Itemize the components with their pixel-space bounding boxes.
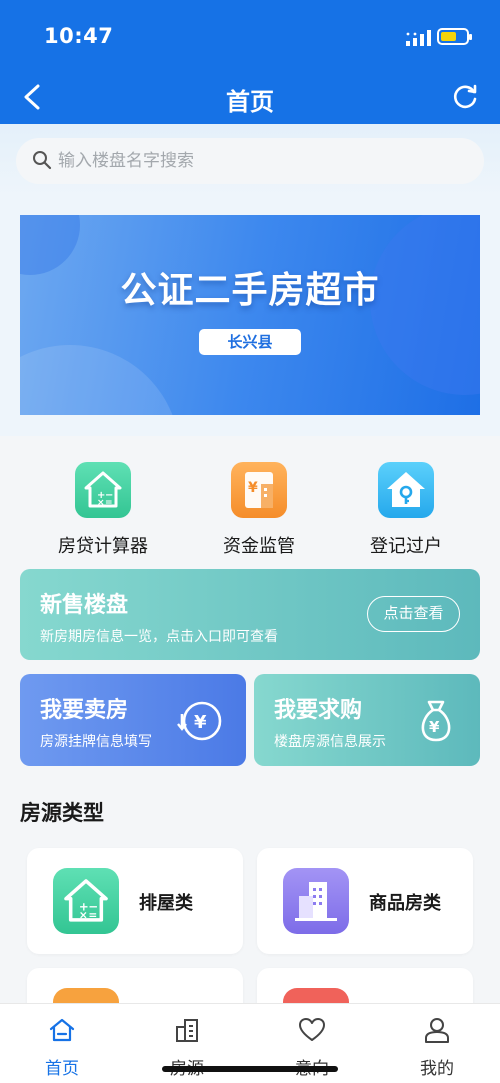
status-time: 10:47 <box>44 24 114 48</box>
home-icon <box>49 1018 75 1042</box>
sell-subtitle: 房源挂牌信息填写 <box>40 734 152 750</box>
signal-icon <box>406 30 431 46</box>
type-label: 商品房类 <box>369 893 441 914</box>
svg-text:×: × <box>97 498 105 508</box>
type-card-partial[interactable] <box>27 968 243 1008</box>
buy-subtitle: 楼盘房源信息展示 <box>274 734 386 750</box>
view-button[interactable]: 点击查看 <box>367 596 460 632</box>
house-key-icon <box>378 462 434 518</box>
tab-mine[interactable]: 我的 <box>387 1016 487 1079</box>
top-bar <box>0 0 500 124</box>
tool-fund-supervision[interactable]: ¥ 资金监管 <box>204 462 314 558</box>
house-calculator-icon: + − × = <box>53 868 119 934</box>
yuan-document-icon: ¥ <box>231 462 287 518</box>
type-card-commercial[interactable]: 商品房类 <box>257 848 473 954</box>
heart-icon <box>299 1018 325 1041</box>
svg-text:¥: ¥ <box>194 712 207 733</box>
section-title: 房源类型 <box>20 801 104 825</box>
banner-location-tag: 长兴县 <box>199 329 301 355</box>
user-icon <box>425 1018 449 1043</box>
buy-house-card[interactable]: 我要求购 楼盘房源信息展示 ¥ <box>254 674 480 766</box>
buildings-icon <box>176 1019 198 1042</box>
tab-home[interactable]: 首页 <box>12 1016 112 1079</box>
tool-transfer-registration[interactable]: 登记过户 <box>351 462 461 558</box>
new-homes-card[interactable]: 新售楼盘 新房期房信息一览，点击入口即可查看 点击查看 <box>20 569 480 660</box>
refresh-button[interactable] <box>450 82 480 112</box>
building-icon <box>283 868 349 934</box>
tab-label: 我的 <box>420 1059 454 1079</box>
banner[interactable]: 公证二手房超市 长兴县 <box>20 215 480 415</box>
svg-text:×: × <box>79 910 88 922</box>
money-bag-icon: ¥ <box>421 700 451 742</box>
home-indicator <box>162 1066 338 1072</box>
new-homes-subtitle: 新房期房信息一览，点击入口即可查看 <box>40 629 278 645</box>
back-button[interactable] <box>18 80 48 114</box>
tool-label: 房贷计算器 <box>58 536 148 557</box>
sell-house-card[interactable]: 我要卖房 房源挂牌信息填写 ¥ <box>20 674 246 766</box>
battery-icon <box>437 28 472 45</box>
sell-title: 我要卖房 <box>40 698 129 723</box>
search-box[interactable] <box>16 138 484 184</box>
type-label: 排屋类 <box>139 893 193 914</box>
tool-label: 登记过户 <box>370 536 442 557</box>
tool-label: 资金监管 <box>223 536 295 557</box>
house-calculator-icon: + − × = <box>75 462 131 518</box>
yuan-refresh-icon: ¥ <box>177 701 222 741</box>
type-card-partial[interactable] <box>257 968 473 1008</box>
banner-title: 公证二手房超市 <box>120 270 380 311</box>
svg-text:=: = <box>105 498 113 508</box>
svg-text:=: = <box>88 910 97 922</box>
search-input[interactable] <box>58 138 458 184</box>
svg-text:¥: ¥ <box>429 718 440 736</box>
tab-label: 首页 <box>45 1059 79 1079</box>
search-icon <box>33 151 52 170</box>
buy-title: 我要求购 <box>274 698 363 723</box>
tool-mortgage-calculator[interactable]: + − × = 房贷计算器 <box>48 462 158 558</box>
type-card-townhouse[interactable]: + − × = 排屋类 <box>27 848 243 954</box>
svg-text:¥: ¥ <box>248 480 258 496</box>
new-homes-title: 新售楼盘 <box>40 593 129 618</box>
